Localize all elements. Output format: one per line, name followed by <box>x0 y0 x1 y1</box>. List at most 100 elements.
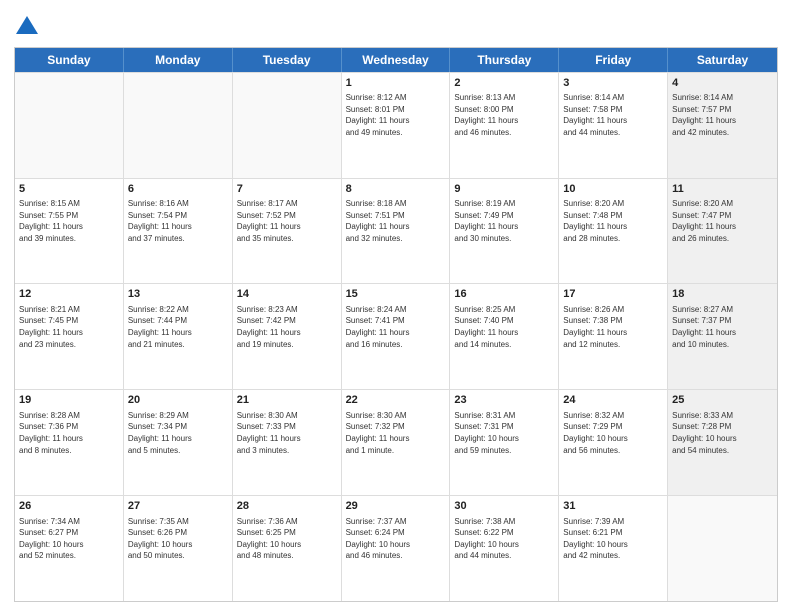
logo-text <box>14 14 38 41</box>
cell-info: Sunrise: 8:26 AM Sunset: 7:38 PM Dayligh… <box>563 304 663 350</box>
calendar-day-23: 23 Sunrise: 8:31 AM Sunset: 7:31 PM Dayli… <box>450 390 559 495</box>
day-number: 13 <box>128 287 228 302</box>
calendar-day-31: 31 Sunrise: 7:39 AM Sunset: 6:21 PM Dayli… <box>559 496 668 601</box>
header-day-monday: Monday <box>124 48 233 72</box>
cell-info: Sunrise: 8:14 AM Sunset: 7:58 PM Dayligh… <box>563 92 663 138</box>
cell-info: Sunrise: 8:23 AM Sunset: 7:42 PM Dayligh… <box>237 304 337 350</box>
calendar-day-7: 7Sunrise: 8:17 AM Sunset: 7:52 PM Daylig… <box>233 179 342 284</box>
calendar-day-13: 13 Sunrise: 8:22 AM Sunset: 7:44 PM Dayli… <box>124 284 233 389</box>
day-number: 4 <box>672 76 773 91</box>
calendar-day-empty <box>233 73 342 178</box>
calendar-day-11: 11Sunrise: 8:20 AM Sunset: 7:47 PM Dayli… <box>668 179 777 284</box>
calendar-day-20: 20 Sunrise: 8:29 AM Sunset: 7:34 PM Dayli… <box>124 390 233 495</box>
cell-info: Sunrise: 8:28 AM Sunset: 7:36 PM Dayligh… <box>19 410 119 456</box>
day-number: 8 <box>346 182 446 197</box>
cell-info: Sunrise: 7:35 AM Sunset: 6:26 PM Dayligh… <box>128 516 228 562</box>
day-number: 3 <box>563 76 663 91</box>
calendar-body: 1Sunrise: 8:12 AM Sunset: 8:01 PM Daylig… <box>15 72 777 601</box>
cell-info: Sunrise: 7:38 AM Sunset: 6:22 PM Dayligh… <box>454 516 554 562</box>
header-day-tuesday: Tuesday <box>233 48 342 72</box>
cell-info: Sunrise: 8:30 AM Sunset: 7:33 PM Dayligh… <box>237 410 337 456</box>
calendar-day-12: 12 Sunrise: 8:21 AM Sunset: 7:45 PM Dayli… <box>15 284 124 389</box>
calendar: SundayMondayTuesdayWednesdayThursdayFrid… <box>14 47 778 602</box>
calendar-day-2: 2Sunrise: 8:13 AM Sunset: 8:00 PM Daylig… <box>450 73 559 178</box>
day-number: 21 <box>237 393 337 408</box>
calendar-day-30: 30Sunrise: 7:38 AM Sunset: 6:22 PM Dayli… <box>450 496 559 601</box>
day-number: 10 <box>563 182 663 197</box>
cell-info: Sunrise: 8:22 AM Sunset: 7:44 PM Dayligh… <box>128 304 228 350</box>
day-number: 26 <box>19 499 119 514</box>
calendar-day-10: 10Sunrise: 8:20 AM Sunset: 7:48 PM Dayli… <box>559 179 668 284</box>
day-number: 27 <box>128 499 228 514</box>
cell-info: Sunrise: 7:36 AM Sunset: 6:25 PM Dayligh… <box>237 516 337 562</box>
cell-info: Sunrise: 7:39 AM Sunset: 6:21 PM Dayligh… <box>563 516 663 562</box>
cell-info: Sunrise: 8:15 AM Sunset: 7:55 PM Dayligh… <box>19 198 119 244</box>
logo <box>14 14 38 41</box>
cell-info: Sunrise: 8:17 AM Sunset: 7:52 PM Dayligh… <box>237 198 337 244</box>
calendar-day-16: 16 Sunrise: 8:25 AM Sunset: 7:40 PM Dayli… <box>450 284 559 389</box>
day-number: 28 <box>237 499 337 514</box>
calendar-day-29: 29Sunrise: 7:37 AM Sunset: 6:24 PM Dayli… <box>342 496 451 601</box>
logo-triangle-icon <box>16 14 38 36</box>
calendar-day-empty <box>124 73 233 178</box>
cell-info: Sunrise: 8:12 AM Sunset: 8:01 PM Dayligh… <box>346 92 446 138</box>
header-day-wednesday: Wednesday <box>342 48 451 72</box>
day-number: 23 <box>454 393 554 408</box>
cell-info: Sunrise: 8:25 AM Sunset: 7:40 PM Dayligh… <box>454 304 554 350</box>
calendar-day-1: 1Sunrise: 8:12 AM Sunset: 8:01 PM Daylig… <box>342 73 451 178</box>
calendar-day-empty <box>15 73 124 178</box>
day-number: 31 <box>563 499 663 514</box>
day-number: 20 <box>128 393 228 408</box>
day-number: 22 <box>346 393 446 408</box>
calendar-day-9: 9Sunrise: 8:19 AM Sunset: 7:49 PM Daylig… <box>450 179 559 284</box>
calendar-day-27: 27 Sunrise: 7:35 AM Sunset: 6:26 PM Dayli… <box>124 496 233 601</box>
calendar-day-17: 17Sunrise: 8:26 AM Sunset: 7:38 PM Dayli… <box>559 284 668 389</box>
calendar-day-5: 5Sunrise: 8:15 AM Sunset: 7:55 PM Daylig… <box>15 179 124 284</box>
day-number: 12 <box>19 287 119 302</box>
calendar-day-25: 25Sunrise: 8:33 AM Sunset: 7:28 PM Dayli… <box>668 390 777 495</box>
cell-info: Sunrise: 7:34 AM Sunset: 6:27 PM Dayligh… <box>19 516 119 562</box>
calendar-day-28: 28 Sunrise: 7:36 AM Sunset: 6:25 PM Dayli… <box>233 496 342 601</box>
cell-info: Sunrise: 8:27 AM Sunset: 7:37 PM Dayligh… <box>672 304 773 350</box>
calendar-week-5: 26 Sunrise: 7:34 AM Sunset: 6:27 PM Dayli… <box>15 495 777 601</box>
calendar-day-24: 24Sunrise: 8:32 AM Sunset: 7:29 PM Dayli… <box>559 390 668 495</box>
day-number: 1 <box>346 76 446 91</box>
cell-info: Sunrise: 8:14 AM Sunset: 7:57 PM Dayligh… <box>672 92 773 138</box>
cell-info: Sunrise: 8:20 AM Sunset: 7:47 PM Dayligh… <box>672 198 773 244</box>
cell-info: Sunrise: 8:30 AM Sunset: 7:32 PM Dayligh… <box>346 410 446 456</box>
cell-info: Sunrise: 8:21 AM Sunset: 7:45 PM Dayligh… <box>19 304 119 350</box>
day-number: 5 <box>19 182 119 197</box>
header-day-thursday: Thursday <box>450 48 559 72</box>
header <box>14 10 778 41</box>
calendar-day-18: 18 Sunrise: 8:27 AM Sunset: 7:37 PM Dayli… <box>668 284 777 389</box>
calendar-day-22: 22 Sunrise: 8:30 AM Sunset: 7:32 PM Dayli… <box>342 390 451 495</box>
calendar-day-4: 4Sunrise: 8:14 AM Sunset: 7:57 PM Daylig… <box>668 73 777 178</box>
day-number: 19 <box>19 393 119 408</box>
cell-info: Sunrise: 8:16 AM Sunset: 7:54 PM Dayligh… <box>128 198 228 244</box>
calendar-day-empty <box>668 496 777 601</box>
cell-info: Sunrise: 8:19 AM Sunset: 7:49 PM Dayligh… <box>454 198 554 244</box>
day-number: 2 <box>454 76 554 91</box>
day-number: 16 <box>454 287 554 302</box>
calendar-day-21: 21 Sunrise: 8:30 AM Sunset: 7:33 PM Dayli… <box>233 390 342 495</box>
calendar-day-3: 3Sunrise: 8:14 AM Sunset: 7:58 PM Daylig… <box>559 73 668 178</box>
calendar-week-3: 12 Sunrise: 8:21 AM Sunset: 7:45 PM Dayli… <box>15 283 777 389</box>
calendar-week-1: 1Sunrise: 8:12 AM Sunset: 8:01 PM Daylig… <box>15 72 777 178</box>
day-number: 18 <box>672 287 773 302</box>
calendar-day-26: 26 Sunrise: 7:34 AM Sunset: 6:27 PM Dayli… <box>15 496 124 601</box>
day-number: 9 <box>454 182 554 197</box>
cell-info: Sunrise: 7:37 AM Sunset: 6:24 PM Dayligh… <box>346 516 446 562</box>
cell-info: Sunrise: 8:13 AM Sunset: 8:00 PM Dayligh… <box>454 92 554 138</box>
day-number: 7 <box>237 182 337 197</box>
calendar-header: SundayMondayTuesdayWednesdayThursdayFrid… <box>15 48 777 72</box>
calendar-day-6: 6Sunrise: 8:16 AM Sunset: 7:54 PM Daylig… <box>124 179 233 284</box>
header-day-sunday: Sunday <box>15 48 124 72</box>
cell-info: Sunrise: 8:31 AM Sunset: 7:31 PM Dayligh… <box>454 410 554 456</box>
cell-info: Sunrise: 8:32 AM Sunset: 7:29 PM Dayligh… <box>563 410 663 456</box>
page: SundayMondayTuesdayWednesdayThursdayFrid… <box>0 0 792 612</box>
cell-info: Sunrise: 8:24 AM Sunset: 7:41 PM Dayligh… <box>346 304 446 350</box>
cell-info: Sunrise: 8:29 AM Sunset: 7:34 PM Dayligh… <box>128 410 228 456</box>
cell-info: Sunrise: 8:33 AM Sunset: 7:28 PM Dayligh… <box>672 410 773 456</box>
day-number: 6 <box>128 182 228 197</box>
header-day-saturday: Saturday <box>668 48 777 72</box>
